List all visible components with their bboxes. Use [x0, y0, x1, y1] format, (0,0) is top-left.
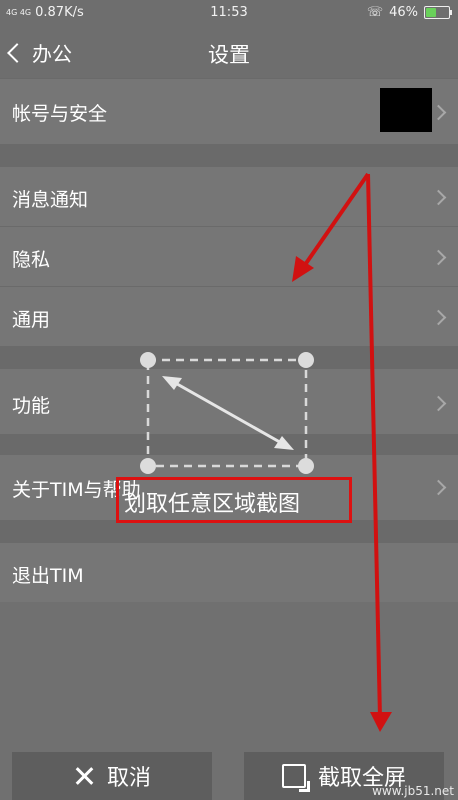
watermark: www.jb51.net: [372, 784, 454, 798]
overlay-caption: 划取任意区域截图: [124, 492, 301, 517]
annotation-arrow-left: [298, 172, 370, 274]
corner-handle[interactable]: [298, 458, 314, 474]
arrowhead-icon: [274, 436, 294, 450]
corner-handle[interactable]: [298, 352, 314, 368]
screenshot-icon: [281, 764, 310, 792]
corner-handle[interactable]: [140, 352, 156, 368]
arrowhead-icon: [162, 376, 182, 390]
annotation-arrow-down: [366, 173, 382, 719]
diagonal-arrow: [169, 378, 286, 447]
annotation-arrowhead: [370, 712, 392, 732]
screenshot-overlay: [140, 172, 392, 732]
cancel-label: 取消: [106, 766, 151, 791]
cancel-button[interactable]: 取消: [12, 752, 212, 800]
corner-handle[interactable]: [140, 458, 156, 474]
close-icon: [73, 765, 95, 787]
